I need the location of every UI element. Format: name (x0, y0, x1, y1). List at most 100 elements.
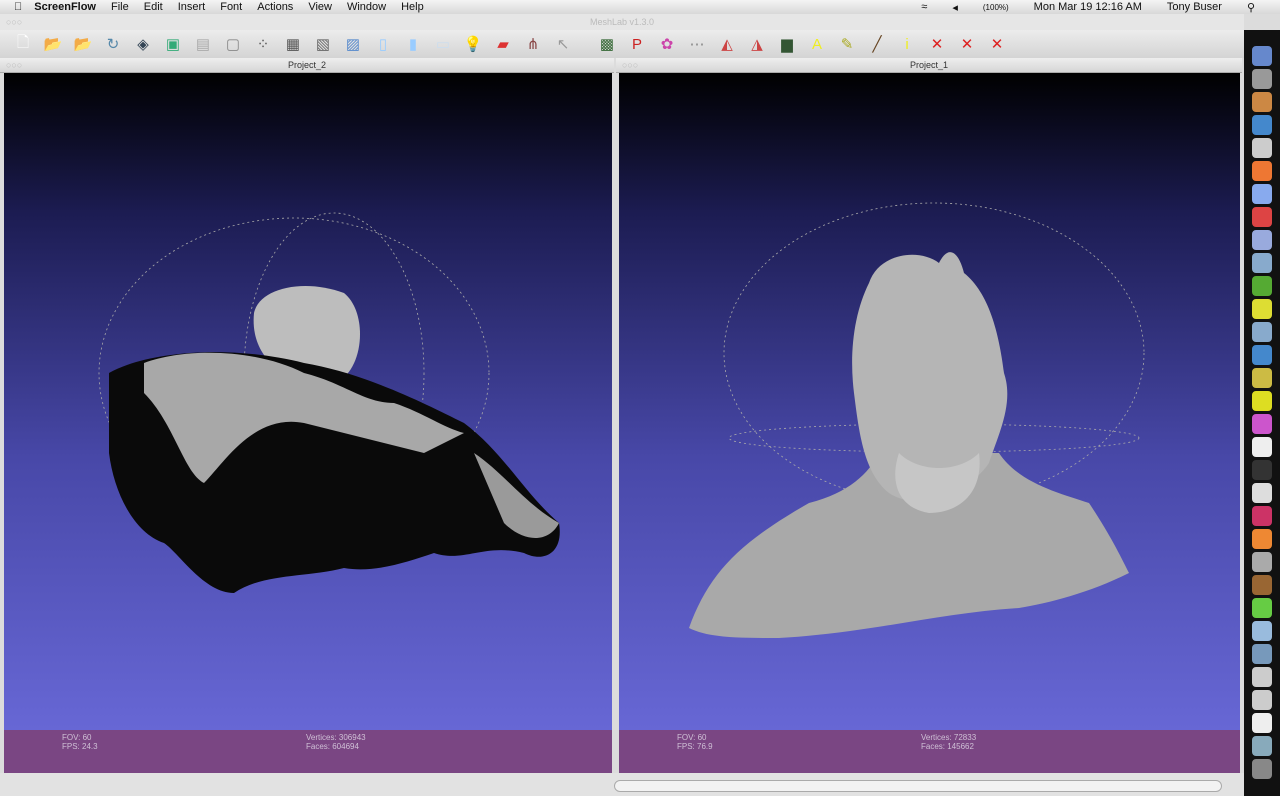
battery-status[interactable]: (100%) (983, 3, 1009, 12)
volume-icon[interactable]: ◂ (952, 1, 958, 14)
dock-app-icon[interactable] (1252, 92, 1272, 112)
dock-app-icon[interactable] (1252, 506, 1272, 526)
reload-icon[interactable]: ↻ (102, 33, 124, 55)
view-title: Project_2 (287, 60, 327, 70)
dock-app-icon[interactable] (1252, 391, 1272, 411)
dock-app-icon[interactable] (1252, 276, 1272, 296)
select-faces-icon[interactable]: ◭ (716, 33, 738, 55)
dock-app-icon[interactable] (1252, 690, 1272, 710)
delete-selection-icon[interactable]: ✕ (986, 33, 1008, 55)
texture-icon[interactable]: ▭ (432, 33, 454, 55)
dock-app-icon[interactable] (1252, 161, 1272, 181)
flat-lines-icon[interactable]: ▨ (342, 33, 364, 55)
fov-label: FOV: 60 (677, 733, 707, 742)
window-titlebar: ○○○ MeshLab v1.3.0 (0, 14, 1244, 30)
dock-app-icon[interactable] (1252, 460, 1272, 480)
layers-icon[interactable]: ▤ (192, 33, 214, 55)
pointer-icon[interactable]: ↖ (552, 33, 574, 55)
dock-app-icon[interactable] (1252, 322, 1272, 342)
dock-app-icon[interactable] (1252, 138, 1272, 158)
mesh-scan-partial (98, 212, 560, 593)
dock-app-icon[interactable] (1252, 368, 1272, 388)
fov-label: FOV: 60 (62, 733, 92, 742)
menu-app[interactable]: ScreenFlow (34, 1, 96, 13)
light-icon[interactable]: 💡 (462, 33, 484, 55)
spotlight-icon[interactable]: ⚲ (1247, 1, 1255, 14)
dock-app-icon[interactable] (1252, 437, 1272, 457)
pick-icon[interactable]: P (626, 33, 648, 55)
info-icon[interactable]: i (896, 33, 918, 55)
horizontal-scrollbar[interactable] (614, 780, 1222, 792)
dock-app-icon[interactable] (1252, 667, 1272, 687)
menu-font[interactable]: Font (220, 1, 242, 13)
viewport-project-2[interactable]: FOV: 60 FPS: 24.3 Vertices: 306943 Faces: … (4, 73, 612, 773)
dock-app-icon[interactable] (1252, 345, 1272, 365)
dock-app-icon[interactable] (1252, 207, 1272, 227)
select-vertices-icon[interactable]: ◮ (746, 33, 768, 55)
dock-app-icon[interactable] (1252, 184, 1272, 204)
paint-icon[interactable]: ✿ (656, 33, 678, 55)
smooth-icon[interactable]: ▮ (402, 33, 424, 55)
viewport-project-1[interactable]: FOV: 60 FPS: 76.9 Vertices: 72833 Faces: 1… (619, 73, 1240, 773)
project-1-titlebar: ○○○ Project_1 (616, 58, 1242, 73)
menu-edit[interactable]: Edit (144, 1, 163, 13)
menu-help[interactable]: Help (401, 1, 424, 13)
normals-icon[interactable]: ⋔ (522, 33, 544, 55)
view-title: Project_1 (909, 60, 949, 70)
annotate-icon[interactable]: A (806, 33, 828, 55)
dock (1244, 30, 1280, 796)
dock-app-icon[interactable] (1252, 598, 1272, 618)
menu-actions[interactable]: Actions (257, 1, 293, 13)
menu-file[interactable]: File (111, 1, 129, 13)
user-name[interactable]: Tony Buser (1167, 1, 1222, 13)
dock-app-icon[interactable] (1252, 759, 1272, 779)
open-icon[interactable]: 📂 (42, 33, 64, 55)
fps-label: FPS: 24.3 (62, 742, 98, 751)
window-title: MeshLab v1.3.0 (589, 17, 655, 27)
dock-app-icon[interactable] (1252, 552, 1272, 572)
snapshot-icon[interactable]: ▣ (162, 33, 184, 55)
color-icon[interactable]: ▩ (596, 33, 618, 55)
window-controls[interactable]: ○○○ (6, 58, 22, 73)
new-icon[interactable]: 🗋 (12, 33, 34, 55)
menu-view[interactable]: View (308, 1, 332, 13)
window-controls[interactable]: ○○○ (6, 14, 22, 30)
dock-app-icon[interactable] (1252, 230, 1272, 250)
hidden-lines-icon[interactable]: ▧ (312, 33, 334, 55)
toolbar: 🗋 📂 📂 ↻ ◈ ▣ ▤ ▢ ⁘ ▦ ▧ ▨ ▯ ▮ ▭ 💡 ▰ ⋔ ↖ ▩ P ✿ ⋯ ◭ ◮ ▆ A ✎ ╱ i ✕ ✕ ✕ (0, 30, 1244, 58)
points-icon[interactable]: ⁘ (252, 33, 274, 55)
wireframe-icon[interactable]: ▦ (282, 33, 304, 55)
dock-app-icon[interactable] (1252, 414, 1272, 434)
dock-app-icon[interactable] (1252, 69, 1272, 89)
info-panel: FOV: 60 FPS: 76.9 Vertices: 72833 Faces: 1… (619, 730, 1240, 773)
measure-icon[interactable]: ✎ (836, 33, 858, 55)
dock-app-icon[interactable] (1252, 736, 1272, 756)
dock-app-icon[interactable] (1252, 713, 1272, 733)
open-project-icon[interactable]: 📂 (72, 33, 94, 55)
apple-icon[interactable]:  (14, 1, 22, 13)
window-controls[interactable]: ○○○ (622, 58, 638, 73)
dock-app-icon[interactable] (1252, 299, 1272, 319)
dock-app-icon[interactable] (1252, 483, 1272, 503)
backface-icon[interactable]: ▰ (492, 33, 514, 55)
menu-insert[interactable]: Insert (178, 1, 206, 13)
delete-faces-icon[interactable]: ✕ (926, 33, 948, 55)
dock-app-icon[interactable] (1252, 621, 1272, 641)
dock-app-icon[interactable] (1252, 529, 1272, 549)
wifi-icon[interactable]: ≈ (921, 1, 927, 13)
dock-app-icon[interactable] (1252, 644, 1272, 664)
brush-icon[interactable]: ╱ (866, 33, 888, 55)
export-icon[interactable]: ◈ (132, 33, 154, 55)
dock-app-icon[interactable] (1252, 575, 1272, 595)
texture-map-icon[interactable]: ▆ (776, 33, 798, 55)
select-icon[interactable]: ⋯ (686, 33, 708, 55)
faces-label: Faces: 145662 (921, 742, 974, 751)
dock-app-icon[interactable] (1252, 115, 1272, 135)
delete-vertices-icon[interactable]: ✕ (956, 33, 978, 55)
flat-icon[interactable]: ▯ (372, 33, 394, 55)
clock[interactable]: Mon Mar 19 12:16 AM (1034, 1, 1142, 13)
dock-app-icon[interactable] (1252, 253, 1272, 273)
dock-app-icon[interactable] (1252, 46, 1272, 66)
bbox-icon[interactable]: ▢ (222, 33, 244, 55)
menu-window[interactable]: Window (347, 1, 386, 13)
